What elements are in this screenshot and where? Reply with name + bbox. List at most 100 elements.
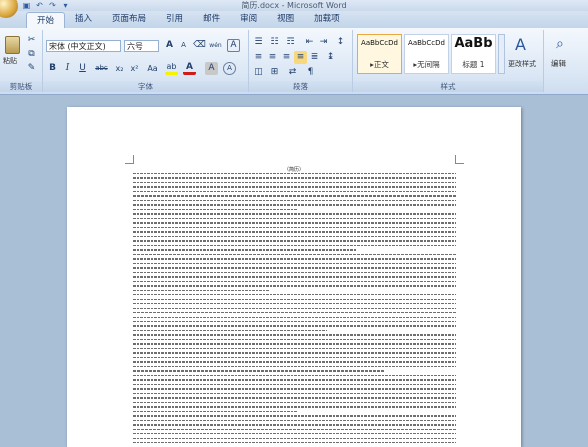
text-line [133, 236, 456, 237]
text-line [133, 258, 456, 259]
find-icon: ⌕ [556, 36, 564, 52]
text-line [133, 231, 456, 232]
text-line [133, 370, 385, 371]
text-line [133, 195, 456, 196]
enclose-characters-icon[interactable]: A [223, 62, 236, 75]
tab-insert[interactable]: 插入 [65, 11, 102, 28]
tab-references[interactable]: 引用 [156, 11, 193, 28]
paste-button[interactable]: 粘贴 [3, 34, 21, 72]
document-area[interactable]: （简历） [0, 95, 588, 436]
borders-icon[interactable]: ⊞ [268, 66, 281, 79]
justify-icon[interactable]: ≡ [294, 51, 307, 64]
superscript-button[interactable]: x² [128, 62, 141, 75]
align-center-icon[interactable]: ≡ [266, 51, 279, 64]
subscript-button[interactable]: x₂ [113, 62, 126, 75]
chinese-layout-icon[interactable]: ⇄ [286, 66, 299, 79]
sort-icon[interactable]: ↕ [334, 36, 347, 49]
text-line [133, 245, 456, 246]
strikethrough-button[interactable]: abc [93, 62, 110, 75]
text-line [133, 209, 298, 210]
text-line [133, 379, 456, 380]
text-line [133, 303, 456, 304]
text-line [133, 339, 456, 340]
document-title: （简历） [67, 166, 521, 173]
clipboard-group: 粘贴 ✂ ⧉ ✎ 剪贴板 [0, 30, 43, 92]
numbering-icon[interactable]: ☷ [268, 36, 281, 49]
align-right-icon[interactable]: ≡ [280, 51, 293, 64]
paste-icon [5, 36, 20, 54]
character-shading-icon[interactable]: A [205, 62, 218, 75]
cut-icon[interactable]: ✂ [25, 34, 38, 47]
tab-page-layout[interactable]: 页面布局 [102, 11, 156, 28]
text-line [133, 384, 456, 385]
text-line [133, 240, 456, 241]
font-size-field[interactable]: 六号 [124, 40, 159, 52]
text-line [133, 272, 456, 273]
clear-format-icon[interactable]: ⌫ [193, 39, 206, 52]
shading-icon[interactable]: ◫ [252, 66, 265, 79]
font-color-button[interactable]: A [183, 62, 196, 75]
paragraph-group-label: 段落 [249, 81, 352, 92]
text-line [133, 312, 456, 313]
style-heading-1-name: 标题 1 [452, 59, 495, 70]
clipboard-group-label: 剪贴板 [0, 81, 42, 92]
text-line [133, 186, 456, 187]
style-no-spacing-name: ▸无间隔 [405, 59, 448, 70]
highlight-button[interactable]: ab [165, 62, 178, 75]
tab-view[interactable]: 视图 [267, 11, 304, 28]
tab-mailings[interactable]: 邮件 [193, 11, 230, 28]
copy-icon[interactable]: ⧉ [25, 48, 38, 61]
decrease-indent-icon[interactable]: ⇤ [303, 36, 316, 49]
font-name-field[interactable]: 宋体 (中文正文) [46, 40, 121, 52]
margin-corner-top-left [125, 155, 134, 164]
style-normal[interactable]: AaBbCcDd ▸正文 [357, 34, 402, 74]
character-border-icon[interactable]: A [227, 39, 240, 52]
text-line [133, 173, 456, 174]
tab-addins[interactable]: 加载项 [304, 11, 350, 28]
change-styles-button[interactable]: A 更改样式 [508, 33, 541, 78]
text-line [133, 325, 456, 326]
text-line [133, 254, 456, 255]
format-painter-icon[interactable]: ✎ [25, 62, 38, 75]
text-line [133, 299, 456, 300]
increase-indent-icon[interactable]: ⇥ [317, 36, 330, 49]
text-line [133, 191, 456, 192]
editing-group: ⌕ 编辑 [544, 30, 586, 92]
line-spacing-icon[interactable]: ↨ [324, 51, 337, 64]
grow-font-icon[interactable]: A [163, 39, 176, 52]
align-left-icon[interactable]: ≡ [252, 51, 265, 64]
style-heading-1[interactable]: AaBb 标题 1 [451, 34, 496, 74]
italic-button[interactable]: I [61, 62, 74, 75]
document-page[interactable]: （简历） [67, 107, 521, 447]
text-line [133, 263, 456, 264]
text-line [133, 227, 456, 228]
text-line [133, 317, 456, 318]
change-styles-icon: A [515, 35, 526, 54]
text-line [133, 388, 456, 389]
tab-review[interactable]: 审阅 [230, 11, 267, 28]
document-body-text [133, 173, 456, 447]
text-line [133, 285, 456, 286]
text-line [133, 213, 456, 214]
tab-home[interactable]: 开始 [26, 12, 65, 29]
distributed-icon[interactable]: ≣ [308, 51, 321, 64]
styles-scroll[interactable] [498, 34, 505, 74]
show-marks-icon[interactable]: ¶ [304, 66, 317, 79]
text-line [133, 442, 456, 443]
text-line [133, 352, 456, 353]
style-no-spacing[interactable]: AaBbCcDd ▸无间隔 [404, 34, 449, 74]
bold-button[interactable]: B [46, 62, 59, 75]
text-line [133, 420, 456, 421]
change-case-button[interactable]: Aa [145, 62, 160, 75]
phonetic-guide-icon[interactable]: wén [209, 39, 222, 52]
text-line [133, 249, 356, 250]
multilevel-list-icon[interactable]: ☶ [284, 36, 297, 49]
styles-group-label: 样式 [353, 81, 543, 92]
text-line [133, 290, 269, 291]
ribbon: 粘贴 ✂ ⧉ ✎ 剪贴板 宋体 (中文正文) 六号 A A ⌫ wén A B … [0, 28, 588, 95]
text-line [133, 308, 456, 309]
underline-button[interactable]: U [76, 62, 89, 75]
shrink-font-icon[interactable]: A [177, 39, 190, 52]
editing-button[interactable]: ⌕ 编辑 [548, 34, 582, 78]
bullets-icon[interactable]: ☰ [252, 36, 265, 49]
